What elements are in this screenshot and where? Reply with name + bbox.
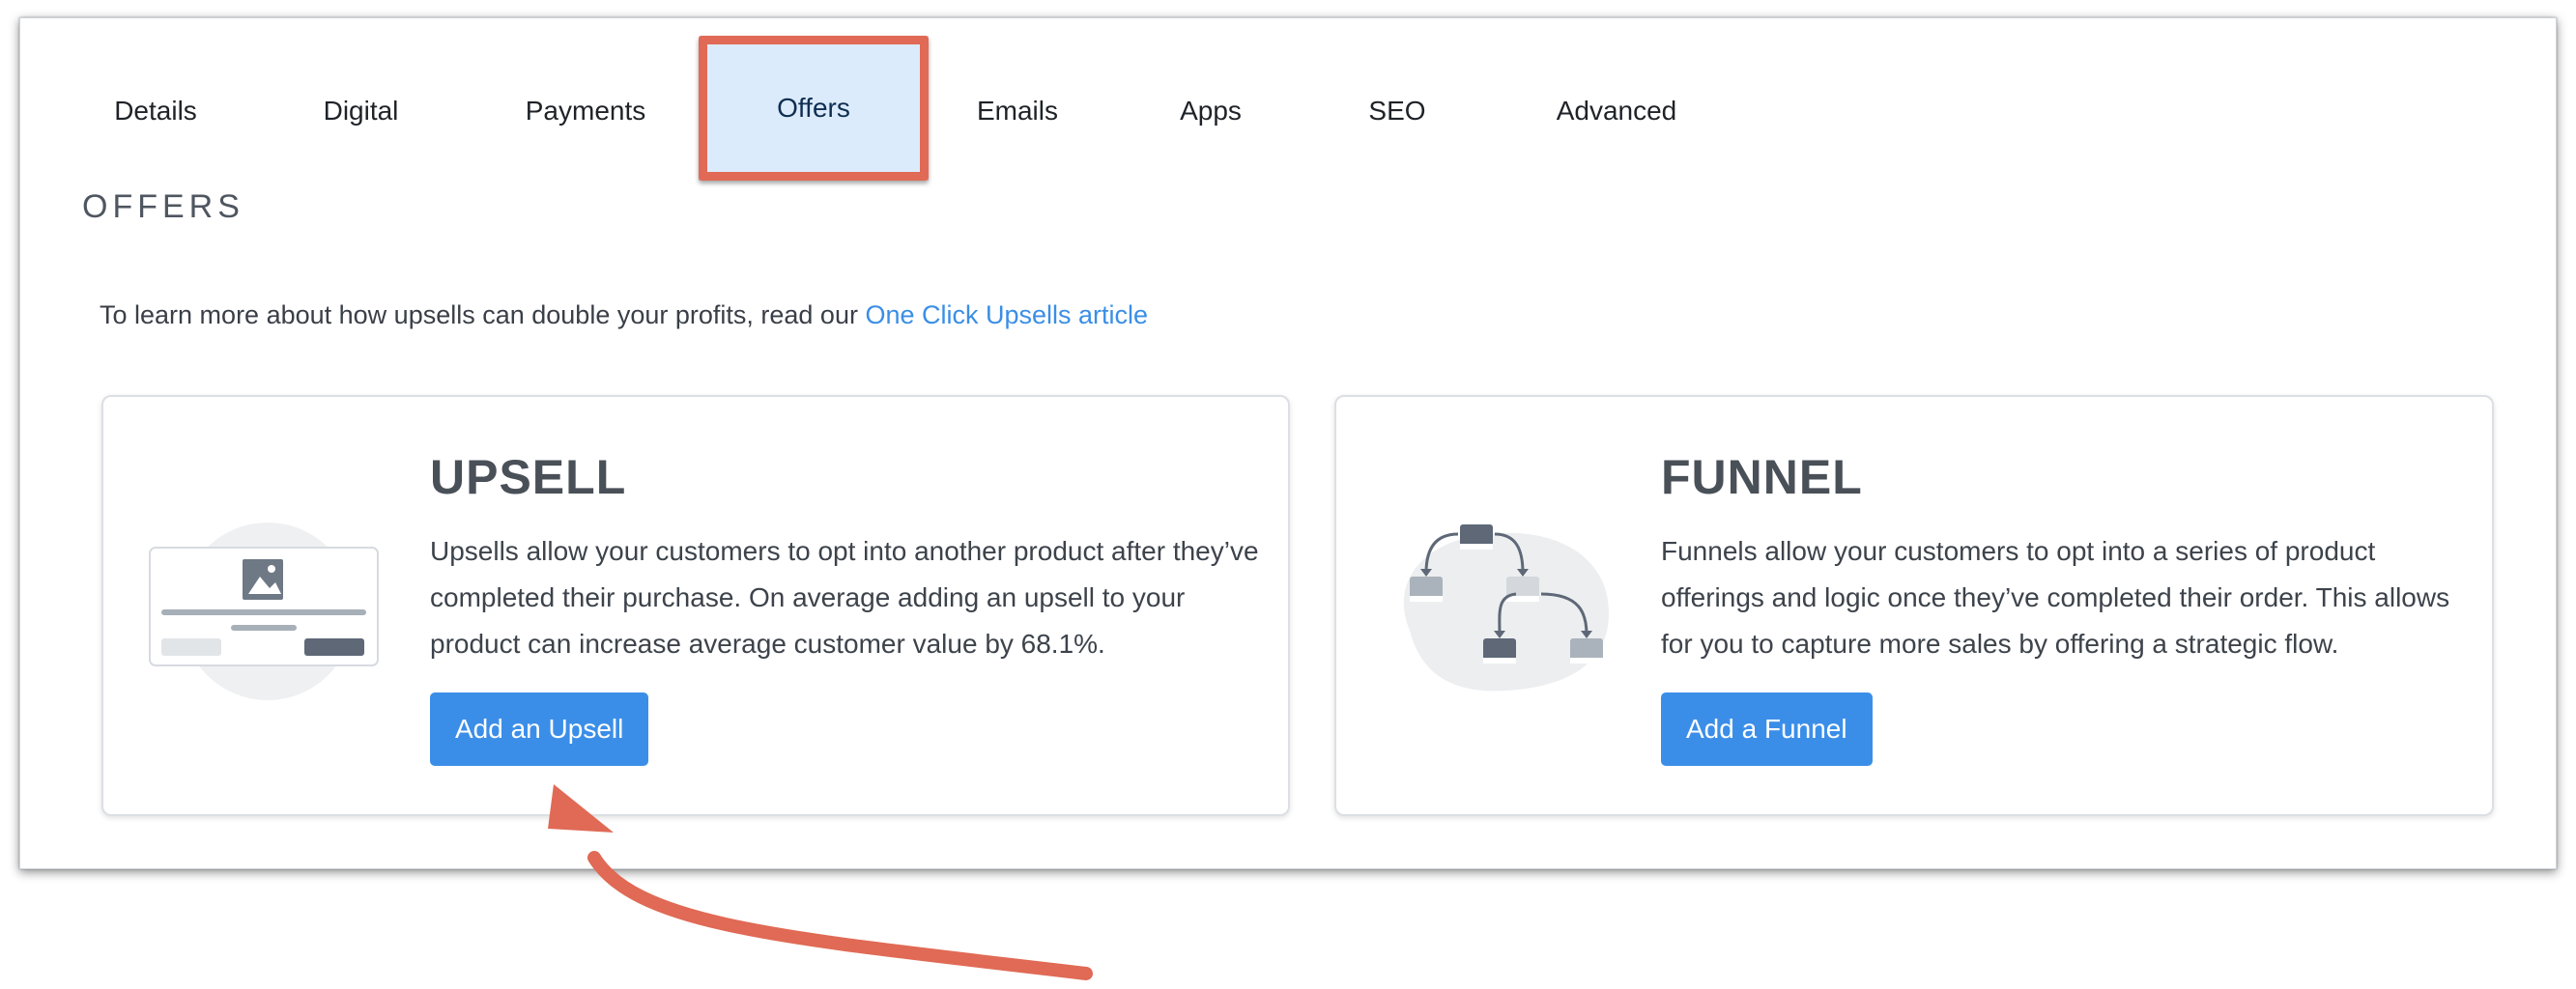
tab-details[interactable]: Details	[88, 67, 223, 155]
upsell-title: UPSELL	[430, 450, 627, 504]
tab-advanced[interactable]: Advanced	[1530, 67, 1703, 155]
funnel-card: FUNNEL Funnels allow your customers to o…	[1334, 395, 2494, 816]
tab-digital[interactable]: Digital	[291, 67, 431, 155]
add-funnel-button[interactable]: Add a Funnel	[1661, 692, 1873, 766]
funnel-description: Funnels allow your customers to opt into…	[1661, 536, 2450, 659]
tab-payments[interactable]: Payments	[499, 67, 673, 155]
product-card-illustration-icon	[149, 523, 379, 700]
section-title: OFFERS	[82, 188, 244, 225]
upsell-description: Upsells allow your customers to opt into…	[430, 536, 1259, 659]
upsell-card: UPSELL Upsells allow your customers to o…	[101, 395, 1290, 816]
upsells-article-link[interactable]: One Click Upsells article	[865, 300, 1148, 329]
tab-apps[interactable]: Apps	[1153, 67, 1269, 155]
tab-emails[interactable]: Emails	[950, 67, 1085, 155]
intro-text: To learn more about how upsells can doub…	[100, 300, 1148, 330]
tab-offers[interactable]: Offers	[699, 36, 929, 181]
funnel-title: FUNNEL	[1661, 450, 1863, 504]
tab-seo[interactable]: SEO	[1344, 67, 1450, 155]
add-upsell-button[interactable]: Add an Upsell	[430, 692, 649, 766]
intro-text-body: To learn more about how upsells can doub…	[100, 300, 866, 329]
app-window: Details Digital Payments Offers Emails A…	[19, 17, 2557, 869]
flow-diagram-illustration-icon	[1403, 524, 1609, 692]
